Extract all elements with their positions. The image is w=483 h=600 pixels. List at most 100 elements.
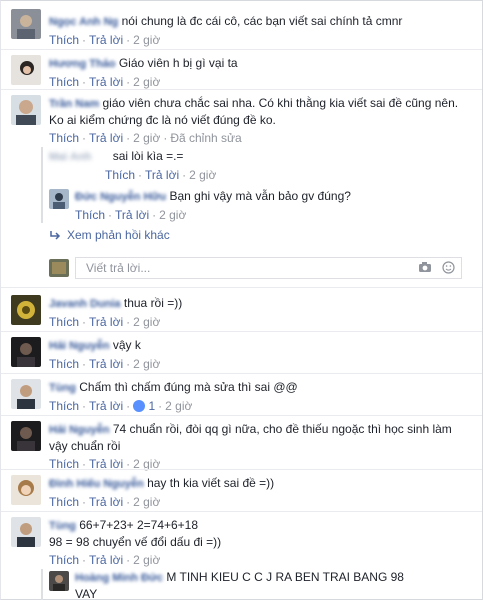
timestamp[interactable]: 2 giờ xyxy=(133,553,160,567)
reply-link[interactable]: Trả lời xyxy=(89,315,123,329)
avatar[interactable] xyxy=(11,421,41,451)
reply-link[interactable]: Trả lời xyxy=(89,553,123,567)
comment: Hương Thảo Giáo viên h bị gì vại ta Thíc… xyxy=(11,53,474,89)
comment-text: 74 chuẩn rồi, đòi qq gì nữa, cho đề thiế… xyxy=(112,422,452,436)
more-replies-label[interactable]: Xem phản hồi khác xyxy=(67,228,170,242)
comment: Ngọc Anh Ng nói chung là đc cái cô, các … xyxy=(11,7,474,47)
edited-label[interactable]: Đã chỉnh sửa xyxy=(170,131,241,145)
timestamp[interactable]: 2 giờ xyxy=(133,131,160,145)
reply-link[interactable]: Trả lời xyxy=(145,168,179,182)
comment: Tùng Chấm thì chấm đúng mà sửa thì sai @… xyxy=(11,377,474,413)
reply-link[interactable]: Trả lời xyxy=(89,75,123,89)
avatar[interactable] xyxy=(11,337,41,367)
commenter-name[interactable]: Javanh Dunia xyxy=(49,298,121,310)
comment: Đình Hiếu Nguyễn hay th kia viết sai đề … xyxy=(11,473,474,509)
comment-actions: Thích · Trả lời · 1 · 2 giờ xyxy=(49,399,193,413)
divider xyxy=(1,89,482,90)
divider xyxy=(1,49,482,50)
commenter-name[interactable]: Hoàng Minh Đức xyxy=(75,572,163,584)
like-link[interactable]: Thích xyxy=(49,33,79,47)
timestamp[interactable]: 2 giờ xyxy=(133,75,160,89)
reply-link[interactable]: Trả lời xyxy=(89,399,123,413)
reply: Hoàng Minh Đức M TINH KIEU C C J RA BEN … xyxy=(49,569,474,600)
comment-text: vậy k xyxy=(112,338,141,352)
timestamp[interactable]: 2 giờ xyxy=(159,208,186,222)
avatar[interactable] xyxy=(11,379,41,409)
reply-input[interactable]: Viết trả lời... xyxy=(75,257,462,279)
like-link[interactable]: Thích xyxy=(105,168,135,182)
comment: Javanh Dunia thua rồi =)) Thích · Trả lời ·… xyxy=(11,293,474,329)
like-link[interactable]: Thích xyxy=(49,75,79,89)
reply-thread-line xyxy=(41,569,43,600)
like-link[interactable]: Thích xyxy=(49,357,79,371)
comment-text-continued: Ko ai kiểm chứng đc là nó viết đúng đề k… xyxy=(49,113,276,127)
comment-text: hay th kia viết sai đề =)) xyxy=(147,476,275,490)
reply-link[interactable]: Trả lời xyxy=(89,33,123,47)
like-link[interactable]: Thích xyxy=(49,131,79,145)
commenter-name[interactable]: Hương Thảo xyxy=(49,58,116,70)
comment-actions: Thích · Trả lời · 2 giờ xyxy=(49,357,161,371)
comment-text: Giáo viên h bị gì vại ta xyxy=(118,56,238,70)
comment: Tùng 66+7+23+ 2=74+6+18 98 = 98 chuyển v… xyxy=(11,515,474,567)
reply-link[interactable]: Trả lời xyxy=(89,495,123,509)
commenter-name[interactable]: Hải Nguyễn xyxy=(49,340,110,352)
comment-thread: Ngọc Anh Ng nói chung là đc cái cô, các … xyxy=(0,0,483,600)
commenter-name[interactable]: Đức Nguyễn Hữu xyxy=(75,191,166,203)
timestamp[interactable]: 2 giờ xyxy=(133,315,160,329)
timestamp[interactable]: 2 giờ xyxy=(133,33,160,47)
reply-arrow-icon xyxy=(50,231,61,240)
avatar[interactable] xyxy=(49,571,69,591)
comment-text: giáo viên chưa chắc sai nha. Có khi thằn… xyxy=(102,96,459,110)
avatar[interactable] xyxy=(49,189,69,209)
emoji-icon[interactable] xyxy=(442,261,455,274)
timestamp[interactable]: 2 giờ xyxy=(189,168,216,182)
like-link[interactable]: Thích xyxy=(49,315,79,329)
camera-icon[interactable] xyxy=(418,261,432,273)
comment: Hải Nguyễn vậy k Thích · Trả lời · 2 giờ xyxy=(11,335,474,371)
reply-link[interactable]: Trả lời xyxy=(115,208,149,222)
comment-actions: Thích · Trả lời · 2 giờ xyxy=(49,495,161,509)
divider xyxy=(1,415,482,416)
comment-actions: Thích · Trả lời · 2 giờ xyxy=(49,75,161,89)
current-user-avatar xyxy=(49,259,69,277)
divider xyxy=(1,511,482,512)
avatar[interactable] xyxy=(11,9,41,39)
like-link[interactable]: Thích xyxy=(49,399,79,413)
commenter-name[interactable]: Ngọc Anh Ng xyxy=(49,16,118,28)
comment-text: 66+7+23+ 2=74+6+18 xyxy=(79,518,199,532)
reply-link[interactable]: Trả lời xyxy=(89,131,123,145)
like-link[interactable]: Thích xyxy=(75,208,105,222)
comment-actions: Thích · Trả lời · 2 giờ xyxy=(75,208,187,222)
timestamp[interactable]: 2 giờ xyxy=(133,357,160,371)
more-replies-link[interactable]: Xem phản hồi khác xyxy=(49,228,170,242)
timestamp[interactable]: 2 giờ xyxy=(165,399,192,413)
reply: Đức Nguyễn Hữu Bạn ghi vậy mà vẫn bảo gv… xyxy=(49,186,474,222)
commenter-name[interactable]: Hải Nguyễn xyxy=(49,424,110,436)
reply-link[interactable]: Trả lời xyxy=(89,357,123,371)
comment-actions: Thích · Trả lời · 2 giờ · Đã chỉnh sửa xyxy=(49,131,242,145)
divider xyxy=(1,373,482,374)
divider xyxy=(1,287,482,288)
avatar[interactable] xyxy=(11,295,41,325)
commenter-name[interactable]: Tùng xyxy=(49,382,76,394)
comment-text: Bạn ghi vậy mà vẫn bảo gv đúng? xyxy=(169,189,351,203)
divider xyxy=(1,331,482,332)
avatar[interactable] xyxy=(11,95,41,125)
timestamp[interactable]: 2 giờ xyxy=(133,495,160,509)
avatar[interactable] xyxy=(11,517,41,547)
avatar[interactable] xyxy=(11,55,41,85)
comment-actions: Thích · Trả lời · 2 giờ xyxy=(49,33,161,47)
avatar[interactable] xyxy=(11,475,41,505)
comment-text: M TINH KIEU C C J RA BEN TRAI BANG 98 xyxy=(166,570,404,584)
commenter-name[interactable]: Đình Hiếu Nguyễn xyxy=(49,478,144,490)
divider xyxy=(1,469,482,470)
like-link[interactable]: Thích xyxy=(49,553,79,567)
like-link[interactable]: Thích xyxy=(49,495,79,509)
comment-text: thua rồi =)) xyxy=(123,296,183,310)
like-icon xyxy=(133,400,146,412)
commenter-name[interactable]: Tùng xyxy=(49,520,76,532)
commenter-name[interactable]: Mai Anh xyxy=(49,151,91,163)
comment: Trần Nam giáo viên chưa chắc sai nha. Có… xyxy=(11,93,474,145)
commenter-name[interactable]: Trần Nam xyxy=(49,98,99,110)
comment-actions: Thích · Trả lời · 2 giờ xyxy=(49,553,161,567)
